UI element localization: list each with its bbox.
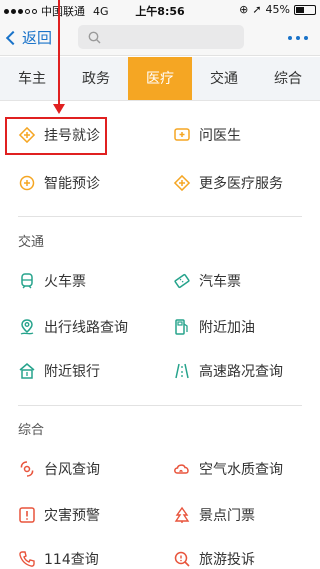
tab-government[interactable]: 政务 <box>64 57 128 100</box>
service-label: 智能预诊 <box>44 176 100 192</box>
section-divider <box>18 405 302 406</box>
search-icon <box>88 31 101 43</box>
status-right: ⊕ ➚ 45% <box>239 3 316 16</box>
service-label: 空气水质查询 <box>199 462 283 478</box>
back-label: 返回 <box>22 29 53 47</box>
annotation-arrow <box>58 0 60 112</box>
tab-medical[interactable]: 医疗 <box>128 57 192 100</box>
section-title-general: 综合 <box>18 423 45 438</box>
search-box[interactable] <box>78 25 244 49</box>
service-label: 旅游投诉 <box>199 552 255 568</box>
location-icon: ➚ <box>252 3 262 16</box>
rotation-lock-icon: ⊕ <box>239 3 249 16</box>
service-smart-diagnosis[interactable]: 智能预诊 <box>18 173 100 193</box>
service-label: 灾害预警 <box>44 508 100 524</box>
chevron-left-icon <box>5 30 21 46</box>
typhoon-icon <box>20 461 34 477</box>
service-route-query[interactable]: 出行线路查询 <box>18 317 128 337</box>
service-scenic-tickets[interactable]: 景点门票 <box>173 505 255 525</box>
bus-ticket-icon <box>174 273 190 289</box>
more-dot-icon <box>288 36 292 40</box>
service-label: 景点门票 <box>199 508 255 524</box>
category-tabs: 车主 政务 医疗 交通 综合 <box>0 57 320 101</box>
air-quality-icon <box>174 464 189 474</box>
service-label: 出行线路查询 <box>44 320 128 336</box>
service-bus-ticket[interactable]: 汽车票 <box>173 271 241 291</box>
tab-general[interactable]: 综合 <box>256 57 320 100</box>
more-dot-icon <box>304 36 308 40</box>
road-icon <box>175 363 189 379</box>
service-typhoon-query[interactable]: 台风查询 <box>18 459 100 479</box>
service-air-water-quality[interactable]: 空气水质查询 <box>173 459 283 479</box>
scenic-icon <box>174 506 190 523</box>
battery-percent: 45% <box>265 3 290 16</box>
annotation-highlight-box <box>5 117 107 155</box>
bank-icon <box>19 363 35 379</box>
complaint-icon <box>174 551 190 567</box>
battery-icon <box>294 4 316 15</box>
section-divider <box>18 216 302 217</box>
chat-plus-icon <box>174 128 190 141</box>
tab-traffic[interactable]: 交通 <box>192 57 256 100</box>
more-dot-icon <box>296 36 300 40</box>
service-more-medical[interactable]: 更多医疗服务 <box>173 173 283 193</box>
service-label: 高速路况查询 <box>199 364 283 380</box>
service-highway-status[interactable]: 高速路况查询 <box>173 361 283 381</box>
service-label: 附近银行 <box>44 364 100 380</box>
service-label: 附近加油 <box>199 320 255 336</box>
service-label: 114查询 <box>44 552 99 568</box>
warning-icon <box>19 507 35 523</box>
more-button[interactable] <box>288 36 308 40</box>
service-train-ticket[interactable]: 火车票 <box>18 271 86 291</box>
service-ask-doctor[interactable]: 问医生 <box>173 125 241 145</box>
tab-car-owner[interactable]: 车主 <box>0 57 64 100</box>
fuel-icon <box>175 319 188 335</box>
service-disaster-warning[interactable]: 灾害预警 <box>18 505 100 525</box>
service-label: 台风查询 <box>44 462 100 478</box>
section-title-traffic: 交通 <box>18 235 45 250</box>
search-input[interactable] <box>107 30 237 44</box>
back-button[interactable]: 返回 <box>5 27 53 48</box>
service-label: 火车票 <box>44 274 86 290</box>
train-icon <box>21 273 33 289</box>
service-label: 汽车票 <box>199 274 241 290</box>
route-icon <box>20 319 34 335</box>
nav-bar: 返回 <box>0 20 320 56</box>
service-nearby-bank[interactable]: 附近银行 <box>18 361 100 381</box>
service-travel-complaint[interactable]: 旅游投诉 <box>173 549 255 569</box>
service-114-query[interactable]: 114查询 <box>18 549 99 569</box>
diamond-plus-icon <box>173 174 191 192</box>
circle-plus-icon <box>19 175 35 191</box>
service-label: 更多医疗服务 <box>199 176 283 192</box>
service-nearby-fuel[interactable]: 附近加油 <box>173 317 255 337</box>
phone-icon <box>19 551 35 567</box>
annotation-arrow-head <box>53 104 65 114</box>
status-bar: 中国联通 4G 上午8:56 ⊕ ➚ 45% <box>0 0 320 20</box>
service-label: 问医生 <box>199 128 241 144</box>
